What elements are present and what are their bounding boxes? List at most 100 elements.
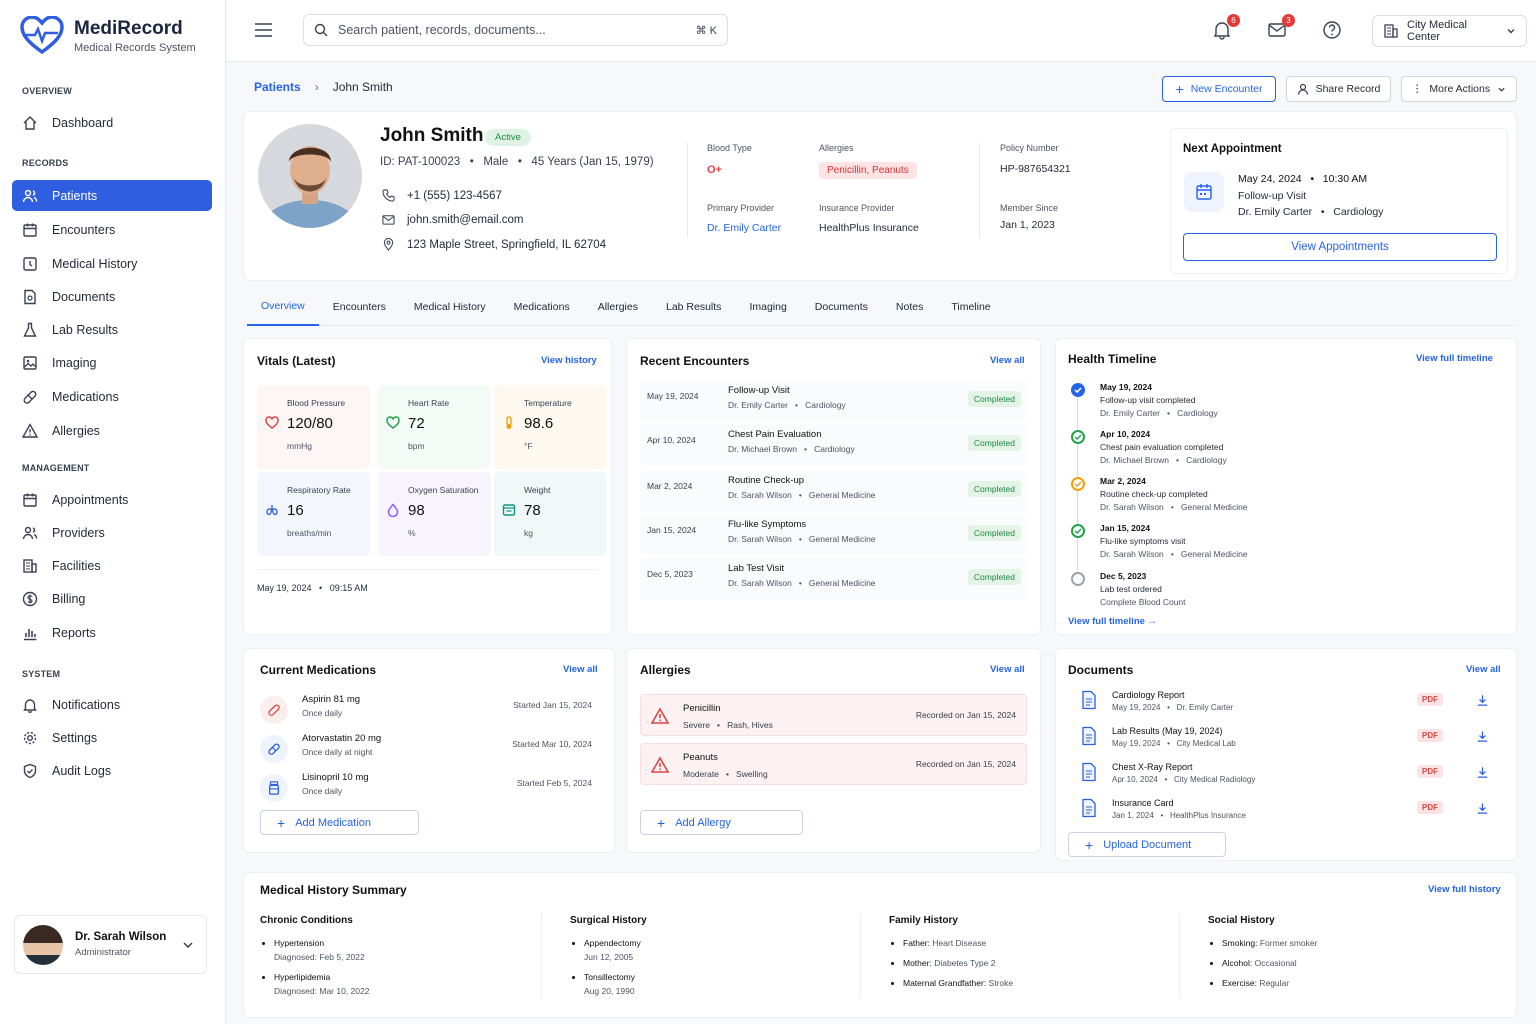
vital-label: Heart Rate: [408, 398, 450, 408]
encounter-row[interactable]: Jan 15, 2024 Flu-like Symptoms Dr. Sarah W…: [640, 515, 1027, 555]
sidebar-item-encounters[interactable]: Encounters: [12, 214, 212, 245]
add-medication-button[interactable]: + Add Medication: [260, 810, 419, 835]
medication-row[interactable]: Atorvastatin 20 mg Once daily at night Sta…: [260, 729, 600, 763]
add-allergy-button[interactable]: + Add Allergy: [640, 810, 803, 835]
download-icon[interactable]: [1476, 802, 1489, 815]
search-input[interactable]: [338, 23, 686, 37]
facility-selector[interactable]: City Medical Center: [1372, 15, 1527, 47]
sidebar-item-providers[interactable]: Providers: [12, 517, 212, 548]
facility-name: City Medical Center: [1407, 19, 1467, 43]
encounter-title: Follow-up Visit: [728, 385, 790, 396]
sidebar-item-settings[interactable]: Settings: [12, 722, 212, 753]
medications-view-all-link[interactable]: View all: [563, 664, 598, 675]
sidebar-item-notifications[interactable]: Notifications: [12, 689, 212, 720]
more-actions-button[interactable]: ⋮ More Actions: [1401, 76, 1517, 102]
new-encounter-button[interactable]: + New Encounter: [1162, 76, 1276, 102]
notifications-button[interactable]: 6: [1212, 14, 1240, 42]
upload-document-button[interactable]: + Upload Document: [1068, 832, 1226, 857]
messages-button[interactable]: 3: [1267, 14, 1295, 42]
phone-icon: [382, 189, 395, 202]
global-search[interactable]: ⌘ K: [303, 14, 728, 46]
image-icon: [23, 355, 37, 370]
timeline-detail: Dr. Michael Brown • Cardiology: [1100, 455, 1227, 465]
sidebar-item-imaging[interactable]: Imaging: [12, 347, 212, 378]
menu-icon[interactable]: [255, 23, 272, 37]
check-icon: [1074, 528, 1082, 534]
download-icon[interactable]: [1476, 694, 1489, 707]
vital-label: Blood Pressure: [287, 398, 346, 408]
tab-medical-history[interactable]: Medical History: [400, 288, 500, 326]
document-name: Lab Results (May 19, 2024): [1112, 726, 1223, 736]
sidebar-item-dashboard[interactable]: Dashboard: [12, 107, 212, 138]
help-button[interactable]: [1322, 20, 1344, 42]
view-full-history-link[interactable]: View full history: [1428, 884, 1501, 895]
primary-provider-link[interactable]: Dr. Emily Carter: [707, 222, 781, 234]
encounter-row[interactable]: May 19, 2024 Follow-up Visit Dr. Emily Car…: [640, 381, 1027, 421]
allergies-label: Allergies: [819, 143, 854, 153]
document-row[interactable]: Chest X-Ray Report Apr 10, 2024 • City Me…: [1076, 762, 1501, 796]
sidebar-item-patients[interactable]: Patients: [12, 180, 212, 211]
share-record-button[interactable]: Share Record: [1286, 76, 1391, 102]
allergy-row[interactable]: Peanuts Moderate • Swelling Recorded on Ja…: [640, 743, 1027, 785]
encounter-row[interactable]: Mar 2, 2024 Routine Check-up Dr. Sarah Wil…: [640, 471, 1027, 511]
medication-row[interactable]: Lisinopril 10 mg Once daily Started Feb 5,…: [260, 768, 600, 802]
allergy-row[interactable]: Penicillin Severe • Rash, Hives Recorded o…: [640, 694, 1027, 736]
encounter-row[interactable]: Apr 10, 2024 Chest Pain Evaluation Dr. Mic…: [640, 425, 1027, 465]
document-row[interactable]: Insurance Card Jan 1, 2024 • HealthPlus I…: [1076, 798, 1501, 832]
tab-notes[interactable]: Notes: [882, 288, 937, 326]
history-icon: [23, 256, 37, 271]
patient-phone[interactable]: +1 (555) 123-4567: [382, 189, 502, 202]
breadcrumb-patients-link[interactable]: Patients: [254, 80, 301, 94]
medications-title: Current Medications: [260, 663, 377, 677]
tab-documents[interactable]: Documents: [801, 288, 882, 326]
view-history-link[interactable]: View history: [541, 355, 597, 366]
timeline-event: Routine check-up completed: [1100, 489, 1208, 499]
timeline-item: Jan 15, 2024 Flu-like symptoms visit Dr. S…: [1100, 522, 1248, 561]
medication-dose: Once daily: [302, 786, 343, 796]
download-icon[interactable]: [1476, 730, 1489, 743]
sidebar-item-reports[interactable]: Reports: [12, 617, 212, 648]
mail-icon: [382, 215, 395, 225]
encounter-row[interactable]: Dec 5, 2023 Lab Test Visit Dr. Sarah Wilso…: [640, 559, 1027, 599]
current-user-card[interactable]: Dr. Sarah Wilson Administrator: [14, 915, 207, 974]
social-key: Alcohol:: [1222, 958, 1253, 968]
document-row[interactable]: Cardiology Report May 19, 2024 • Dr. Emil…: [1076, 690, 1501, 724]
sidebar-item-appointments[interactable]: Appointments: [12, 484, 212, 515]
sidebar-item-facilities[interactable]: Facilities: [12, 550, 212, 581]
sidebar-item-lab-results[interactable]: Lab Results: [12, 314, 212, 345]
timeline-detail: Dr. Emily Carter • Cardiology: [1100, 408, 1218, 418]
brand[interactable]: MediRecord Medical Records System: [20, 16, 196, 56]
tab-lab-results[interactable]: Lab Results: [652, 288, 735, 326]
sidebar-item-medications[interactable]: Medications: [12, 381, 212, 412]
download-icon[interactable]: [1476, 766, 1489, 779]
sidebar-item-medical-history[interactable]: Medical History: [12, 248, 212, 279]
user-avatar: [23, 924, 63, 965]
view-full-timeline-link[interactable]: View full timeline: [1416, 353, 1493, 364]
home-icon: [23, 115, 37, 130]
tab-timeline[interactable]: Timeline: [937, 288, 1004, 326]
encounters-view-all-link[interactable]: View all: [990, 355, 1025, 366]
app-subtitle: Medical Records System: [74, 42, 196, 54]
sidebar-item-billing[interactable]: Billing: [12, 583, 212, 614]
sidebar-item-allergies[interactable]: Allergies: [12, 415, 212, 446]
documents-view-all-link[interactable]: View all: [1466, 664, 1501, 675]
member-since-value: Jan 1, 2023: [1000, 219, 1055, 231]
tab-imaging[interactable]: Imaging: [735, 288, 800, 326]
timeline-footer-link[interactable]: View full timeline →: [1068, 616, 1157, 627]
sidebar-item-audit-logs[interactable]: Audit Logs: [12, 755, 212, 786]
chevron-down-icon[interactable]: [182, 939, 194, 951]
sidebar-item-documents[interactable]: Documents: [12, 281, 212, 312]
section-overview: OVERVIEW: [22, 86, 72, 96]
patient-email[interactable]: john.smith@email.com: [382, 213, 524, 226]
sidebar-item-label: Appointments: [52, 492, 129, 507]
tab-medications[interactable]: Medications: [500, 288, 584, 326]
tab-allergies[interactable]: Allergies: [584, 288, 652, 326]
document-row[interactable]: Lab Results (May 19, 2024) May 19, 2024 •…: [1076, 726, 1501, 760]
allergies-view-all-link[interactable]: View all: [990, 664, 1025, 675]
patient-meta: ID: PAT-100023 • Male • 45 Years (Jan 15…: [380, 156, 654, 168]
medication-row[interactable]: Aspirin 81 mg Once daily Started Jan 15, 2…: [260, 690, 600, 724]
view-appointments-button[interactable]: View Appointments: [1183, 233, 1497, 261]
surgical-history: Surgical History Appendectomy Jun 12, 200…: [570, 915, 647, 1004]
tab-encounters[interactable]: Encounters: [319, 288, 400, 326]
tab-overview[interactable]: Overview: [247, 288, 319, 326]
